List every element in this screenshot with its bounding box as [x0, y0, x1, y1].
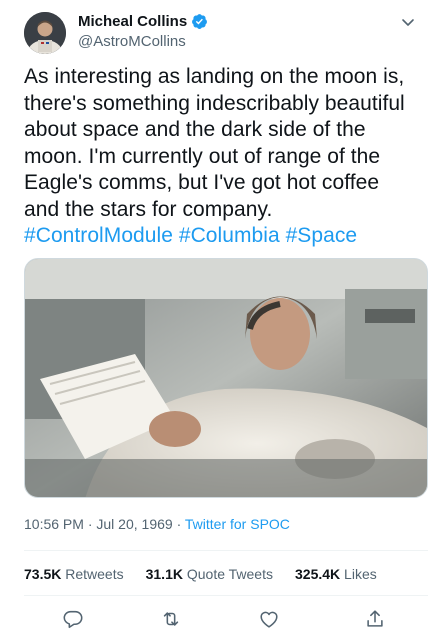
divider	[24, 595, 428, 596]
chevron-down-icon[interactable]	[400, 14, 416, 30]
quotes-label: Quote Tweets	[186, 566, 273, 582]
tweet-photo[interactable]	[24, 258, 428, 498]
meta-separator: ·	[87, 516, 93, 532]
retweets-count: 73.5K	[24, 566, 62, 582]
tweet-stats: 73.5K Retweets 31.1K Quote Tweets 325.4K…	[24, 566, 377, 582]
author-block: Micheal Collins @AstroMCollins	[78, 13, 208, 50]
tweet-header: Micheal Collins @AstroMCollins	[24, 12, 420, 58]
name-row: Micheal Collins	[78, 13, 208, 30]
tweet-meta: 10:56 PM · Jul 20, 1969 · Twitter for SP…	[24, 516, 290, 532]
retweets-label: Retweets	[65, 566, 124, 582]
tweet-text: As interesting as landing on the moon is…	[24, 64, 420, 250]
verified-badge-icon	[191, 13, 208, 30]
tweet-body: As interesting as landing on the moon is…	[24, 65, 405, 221]
user-handle[interactable]: @AstroMCollins	[78, 33, 208, 50]
tweet-date[interactable]: Jul 20, 1969	[96, 516, 172, 532]
retweets-stat[interactable]: 73.5K Retweets	[24, 566, 124, 582]
heart-icon[interactable]	[258, 608, 280, 630]
reply-icon[interactable]	[62, 608, 84, 630]
quotes-count: 31.1K	[145, 566, 183, 582]
likes-count: 325.4K	[295, 566, 341, 582]
divider	[24, 550, 428, 551]
tweet-time[interactable]: 10:56 PM	[24, 516, 84, 532]
display-name[interactable]: Micheal Collins	[78, 13, 187, 30]
likes-stat[interactable]: 325.4K Likes	[295, 566, 377, 582]
meta-separator: ·	[176, 516, 182, 532]
quotes-stat[interactable]: 31.1K Quote Tweets	[146, 566, 273, 582]
retweet-icon[interactable]	[160, 608, 182, 630]
avatar[interactable]	[24, 12, 66, 54]
share-icon[interactable]	[364, 608, 386, 630]
likes-label: Likes	[344, 566, 377, 582]
action-bar	[24, 600, 428, 638]
tweet-source[interactable]: Twitter for SPOC	[185, 516, 290, 532]
hashtag-link[interactable]: #ControlModule	[24, 224, 173, 247]
hashtag-link[interactable]: #Space	[286, 224, 358, 247]
tweet-card: Micheal Collins @AstroMCollins As intere…	[0, 0, 432, 640]
hashtag-link[interactable]: #Columbia	[179, 224, 280, 247]
